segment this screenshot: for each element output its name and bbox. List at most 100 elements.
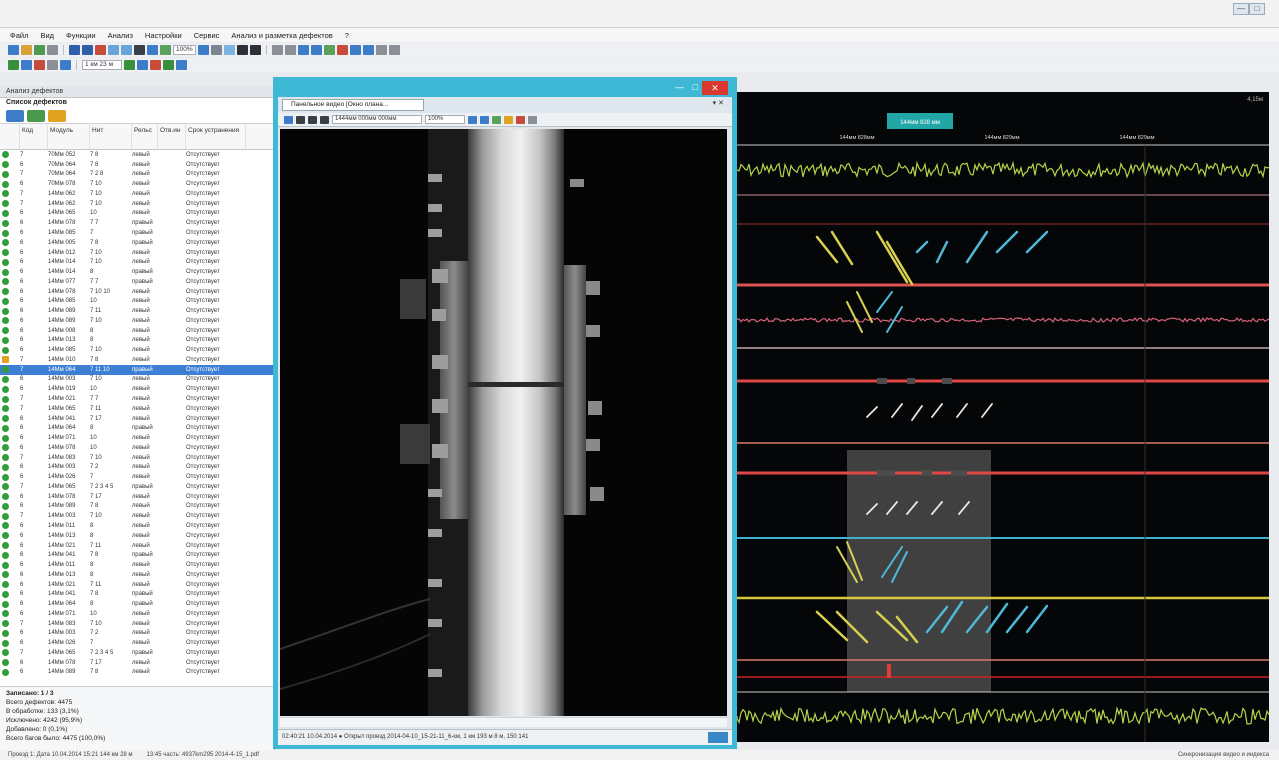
play-icon[interactable]: [308, 115, 317, 124]
table-row[interactable]: 6 14Мм 026 7 левый Отсутствует: [0, 638, 274, 648]
column-code[interactable]: Код: [20, 124, 48, 149]
video-maximize-button[interactable]: □: [693, 82, 698, 92]
table-row[interactable]: 6 14Мм 065 10 левый Отсутствует: [0, 209, 274, 219]
table-row[interactable]: 7 14Мм 062 7 10 левый Отсутствует: [0, 199, 274, 209]
table-row[interactable]: 6 14Мм 064 8 правый Отсутствует: [0, 423, 274, 433]
table-row[interactable]: 6 14Мм 003 7 10 левый Отсутствует: [0, 375, 274, 385]
print-icon[interactable]: [47, 45, 58, 55]
video-close-button[interactable]: ✕: [702, 81, 728, 95]
export-icon[interactable]: [388, 45, 400, 55]
menu-settings[interactable]: Настройки: [145, 31, 182, 40]
menu-file[interactable]: Файл: [10, 31, 28, 40]
refresh-icon[interactable]: [176, 60, 187, 70]
table-row[interactable]: 7 14Мм 065 7 2 3 4 5 правый Отсутствует: [0, 648, 274, 658]
table-row[interactable]: 6 14Мм 021 7 11 левый Отсутствует: [0, 580, 274, 590]
table-row[interactable]: 6 14Мм 014 7 10 левый Отсутствует: [0, 257, 274, 267]
table-row[interactable]: 6 14Мм 078 7 17 левый Отсутствует: [0, 492, 274, 502]
table-row[interactable]: 7 14Мм 083 7 10 левый Отсутствует: [0, 619, 274, 629]
stop-icon[interactable]: [95, 45, 106, 55]
table-row[interactable]: 7 14Мм 010 7 8 левый Отсутствует: [0, 355, 274, 365]
video-tab-controls[interactable]: ▾ ✕: [713, 99, 724, 107]
marker-icon[interactable]: [160, 45, 171, 55]
analysis-region[interactable]: [847, 450, 991, 692]
settings-icon[interactable]: [349, 45, 361, 55]
maximize-button[interactable]: □: [1249, 3, 1265, 15]
table-row[interactable]: 6 14Мм 085 10 левый Отсутствует: [0, 296, 274, 306]
table-row[interactable]: 7 70Мм 064 7 2 8 левый Отсутствует: [0, 170, 274, 180]
check-icon[interactable]: [163, 60, 174, 70]
table-row[interactable]: 6 14Мм 011 8 левый Отсутствует: [0, 521, 274, 531]
folder-icon[interactable]: [21, 45, 32, 55]
table-row[interactable]: 7 14Мм 065 7 2 3 4 5 правый Отсутствует: [0, 482, 274, 492]
column-responsible[interactable]: Отв.ин: [158, 124, 186, 149]
table-row[interactable]: 6 14Мм 085 7 10 левый Отсутствует: [0, 345, 274, 355]
video-minimize-button[interactable]: —: [675, 82, 684, 92]
play-icon[interactable]: [323, 45, 335, 55]
table-row[interactable]: 6 70Мм 064 7 8 левый Отсутствует: [0, 160, 274, 170]
table-row[interactable]: 6 14Мм 005 7 8 правый Отсутствует: [0, 238, 274, 248]
list-icon[interactable]: [210, 45, 222, 55]
expand-icon[interactable]: [480, 115, 489, 124]
table-row[interactable]: 6 14Мм 071 10 левый Отсутствует: [0, 433, 274, 443]
back-icon[interactable]: [69, 45, 80, 55]
table-row[interactable]: 6 14Мм 021 7 11 левый Отсутствует: [0, 541, 274, 551]
panel-tab[interactable]: Анализ дефектов: [0, 86, 274, 98]
copy-icon[interactable]: [47, 60, 58, 70]
table-row[interactable]: 7 14Мм 062 7 10 левый Отсутствует: [0, 189, 274, 199]
refresh-icon[interactable]: [27, 109, 45, 122]
zoom-out-icon[interactable]: [121, 45, 132, 55]
table-row[interactable]: 6 14Мм 014 8 правый Отсутствует: [0, 267, 274, 277]
mark-icon[interactable]: [516, 115, 525, 124]
menu-functions[interactable]: Функции: [66, 31, 96, 40]
cursor-icon[interactable]: [134, 45, 145, 55]
minimize-button[interactable]: —: [1233, 3, 1249, 15]
table-row[interactable]: 6 14Мм 026 7 левый Отсутствует: [0, 472, 274, 482]
table-row[interactable]: 6 14Мм 013 8 левый Отсутствует: [0, 336, 274, 346]
column-deadline[interactable]: Срок устранения: [186, 124, 246, 149]
delete-icon[interactable]: [34, 60, 45, 70]
table-row[interactable]: 6 14Мм 089 7 8 левый Отсутствует: [0, 502, 274, 512]
table-row[interactable]: 6 14Мм 078 7 10 10 левый Отсутствует: [0, 287, 274, 297]
forward-icon[interactable]: [82, 45, 93, 55]
next-frame-icon[interactable]: [320, 115, 329, 124]
table-row[interactable]: 7 14Мм 021 7 7 левый Отсутствует: [0, 394, 274, 404]
table-row[interactable]: 7 14Мм 064 7 11 10 правый Отсутствует: [0, 364, 274, 375]
distance-field[interactable]: 1 км 23 м: [82, 60, 122, 70]
open-icon[interactable]: [8, 45, 19, 55]
chart-icon[interactable]: [362, 45, 374, 55]
save-icon[interactable]: [34, 45, 45, 55]
options-icon[interactable]: [528, 115, 537, 124]
pen-icon[interactable]: [249, 45, 261, 55]
filter-icon[interactable]: [6, 109, 24, 122]
record-icon[interactable]: [336, 45, 348, 55]
snapshot-icon[interactable]: [492, 115, 501, 124]
table-row[interactable]: 6 14Мм 071 10 левый Отсутствует: [0, 609, 274, 619]
layout-icon[interactable]: [197, 45, 209, 55]
go-icon[interactable]: [124, 60, 135, 70]
column-rail[interactable]: Рельс: [132, 124, 158, 149]
fit-icon[interactable]: [468, 115, 477, 124]
table-row[interactable]: 6 14Мм 078 10 левый Отсутствует: [0, 443, 274, 453]
signal-panel[interactable]: 4,15м 144мм 828 мм 144мм 828мм 144мм 829…: [737, 92, 1269, 742]
bold-icon[interactable]: [236, 45, 248, 55]
column-module[interactable]: Модуль: [48, 124, 90, 149]
camera-icon[interactable]: [284, 115, 293, 124]
table-row[interactable]: 6 14Мм 077 7 7 правый Отсутствует: [0, 277, 274, 287]
rail-video-frame[interactable]: [280, 129, 727, 716]
bookmark-icon[interactable]: [504, 115, 513, 124]
sync-icon[interactable]: [137, 60, 148, 70]
menu-view[interactable]: Вид: [40, 31, 54, 40]
table-row[interactable]: 6 14Мм 003 7 2 левый Отсутствует: [0, 629, 274, 639]
table-row[interactable]: 6 14Мм 008 8 левый Отсутствует: [0, 326, 274, 336]
table-row[interactable]: 6 14Мм 085 7 правый Отсутствует: [0, 228, 274, 238]
prev-frame-icon[interactable]: [296, 115, 305, 124]
warning-icon[interactable]: [48, 109, 66, 122]
table-row[interactable]: 6 14Мм 089 7 11 левый Отсутствует: [0, 306, 274, 316]
table-row[interactable]: 6 14Мм 013 8 левый Отсутствует: [0, 570, 274, 580]
table-row[interactable]: 6 14Мм 089 7 8 левый Отсутствует: [0, 668, 274, 678]
table-row[interactable]: 6 14Мм 041 7 17 левый Отсутствует: [0, 414, 274, 424]
table-row[interactable]: 6 14Мм 003 7 2 левый Отсутствует: [0, 463, 274, 473]
table-row[interactable]: 7 14Мм 003 7 10 левый Отсутствует: [0, 511, 274, 521]
table-row[interactable]: 6 14Мм 011 8 левый Отсутствует: [0, 560, 274, 570]
column-thread[interactable]: Нит: [90, 124, 132, 149]
